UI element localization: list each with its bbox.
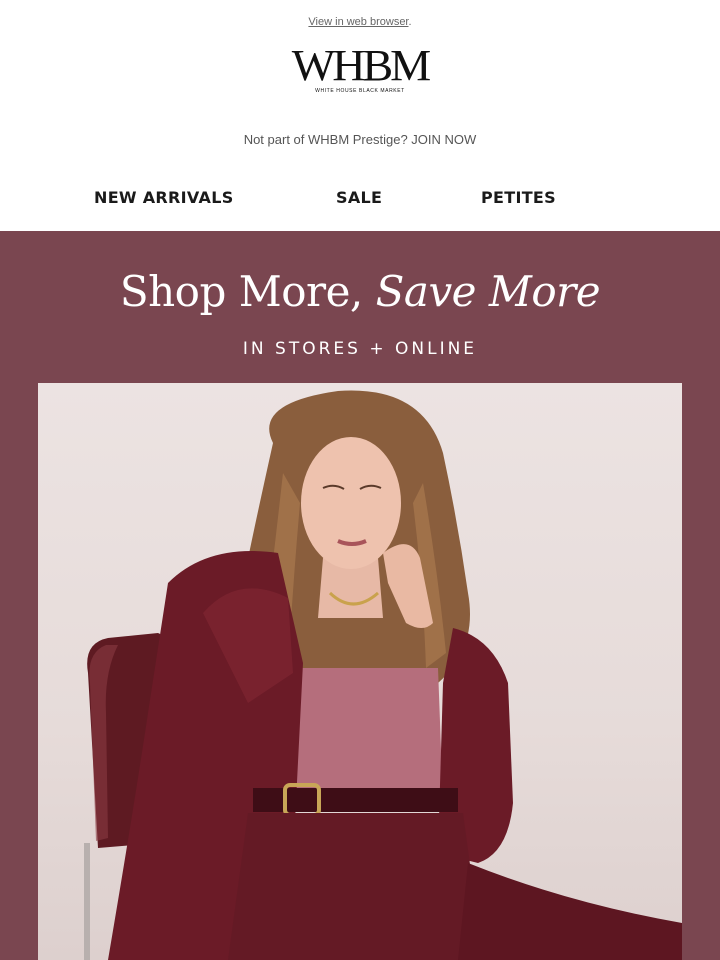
email-page: View in web browser. WHBM WHITE HOUSE BL… [0,0,720,960]
logo-mark: WHBM [291,41,431,90]
hero-subtitle: IN STORES + ONLINE [242,339,478,359]
main-nav: NEW ARRIVALS SALE PETITES [0,188,720,214]
model-illustration [84,390,682,960]
hero-title-regular: Shop More, [119,267,376,316]
nav-sale[interactable]: SALE [336,188,382,207]
face [301,437,401,569]
preheader: View in web browser. [0,16,720,28]
brand-logo[interactable]: WHBM WHITE HOUSE BLACK MARKET [0,41,720,95]
prestige-join-link[interactable]: Not part of WHBM Prestige? JOIN NOW [0,132,720,147]
hero-title: Shop More, Save More [0,267,720,316]
hero-title-italic: Save More [375,267,601,316]
top [278,668,443,803]
preheader-period: . [408,16,412,28]
chair-leg [84,843,90,960]
trouser-leg [458,863,682,960]
nav-new-arrivals[interactable]: NEW ARRIVALS [94,188,234,207]
hero-photo[interactable] [38,383,682,960]
nav-petites[interactable]: PETITES [481,188,556,207]
view-in-browser-link[interactable]: View in web browser [308,16,408,28]
hero-banner[interactable]: Shop More, Save More IN STORES + ONLINE [0,231,720,960]
trousers [228,813,483,960]
